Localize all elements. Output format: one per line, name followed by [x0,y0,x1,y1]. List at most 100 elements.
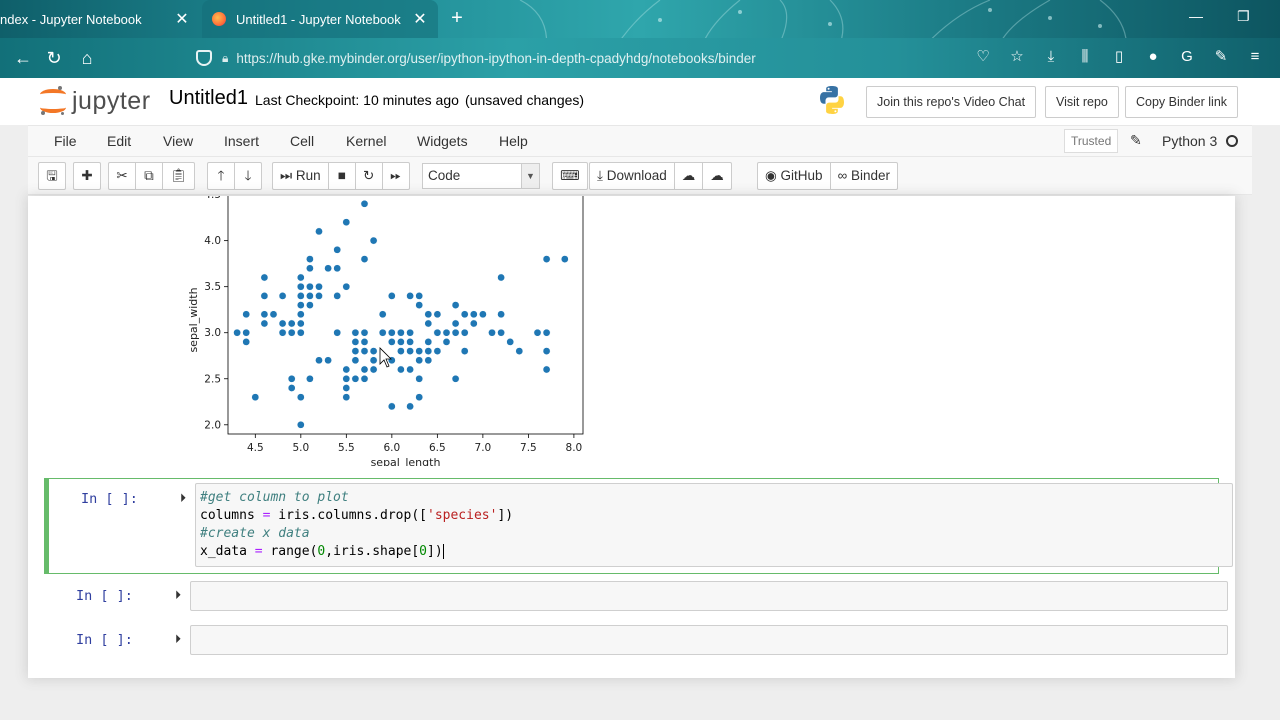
download-icon[interactable]: ⤓ [1040,46,1062,68]
pocket-icon[interactable]: ♡ [972,46,994,68]
restart-icon[interactable]: ↻ [354,162,383,190]
reload-icon[interactable]: ↻ [42,46,66,70]
jupyter-logo-text: jupyter [72,86,151,115]
menu-widgets[interactable]: Widgets [417,133,468,149]
trusted-indicator[interactable]: Trusted [1064,129,1119,153]
data-point [342,374,351,383]
address-bar[interactable]: 🔒︎ https://hub.gke.mybinder.org/user/ipy… [190,42,960,74]
back-arrow-icon[interactable]: ← [11,46,35,70]
menu-kernel[interactable]: Kernel [346,133,386,149]
python-logo-icon [820,86,844,114]
data-point [360,338,369,346]
notebook-title[interactable]: Untitled1 [169,87,248,110]
binder-label: Binder [850,168,890,183]
insert-cell-icon[interactable]: ✚ [73,162,101,190]
kernel-name[interactable]: Python 3 [1162,133,1217,149]
move-down-icon[interactable]: 🡓 [234,162,262,190]
data-point [369,236,378,245]
copy-binder-link-button[interactable]: Copy Binder link [1125,86,1239,118]
text-cursor [442,544,444,559]
data-point [351,356,360,365]
data-point [333,245,342,254]
close-tab-icon[interactable]: ✕ [410,9,430,29]
restart-run-all-icon[interactable]: ⏩︎ [381,162,410,190]
cloud-upload-icon[interactable]: ☁ [702,162,732,190]
download-icon: ⤓ [597,168,603,183]
code-editor[interactable]: #get column to plot columns = iris.colum… [195,483,1233,567]
copy-icon[interactable]: ⧉ [135,162,163,190]
code-editor[interactable] [190,625,1228,655]
code-cell[interactable]: In [ ]: ⏵︎ [44,578,1228,618]
code-line: #get column to plot [200,490,349,505]
visit-repo-button[interactable]: Visit repo [1045,86,1119,118]
menu-file[interactable]: File [54,133,77,149]
menu-edit[interactable]: Edit [107,133,131,149]
data-point [397,328,405,337]
data-point [324,356,332,365]
jupyter-logo-icon [40,86,66,116]
tab-index[interactable]: ndex - Jupyter Notebook ✕ [0,0,200,38]
github-button[interactable]: ◉ GitHub [757,162,831,190]
account-icon[interactable]: ● [1142,46,1164,68]
y-axis-label: sepal_width [188,287,200,352]
data-point [424,356,433,365]
cut-icon[interactable]: ✂ [108,162,136,190]
data-point [287,384,296,392]
cell-prompt: In [ ]: [76,588,133,604]
extension-icon[interactable]: ✎ [1210,46,1232,68]
repo-button-group: ◉ GitHub ∞ Binder [757,162,898,190]
close-tab-icon[interactable]: ✕ [172,9,192,29]
data-point [560,255,569,263]
restore-icon[interactable]: ❐ [1237,8,1250,25]
data-point [424,310,433,319]
data-point [360,347,369,355]
data-point [460,328,469,337]
jupyter-logo[interactable]: jupyter [40,86,151,116]
menu-icon[interactable]: ≡ [1244,46,1266,68]
minimize-icon[interactable]: — [1189,8,1203,24]
run-button[interactable]: ⏭︎ Run [272,162,329,190]
move-up-icon[interactable]: 🡑 [207,162,235,190]
download-button[interactable]: ⤓ Download [589,162,675,190]
bookmark-star-icon[interactable]: ☆ [1006,46,1028,68]
menu-cell[interactable]: Cell [290,133,314,149]
data-point [397,347,405,355]
save-icon[interactable]: 🖫 [38,162,66,190]
data-point [533,328,542,337]
move-button-group: 🡑 🡓 [207,162,262,190]
x-tick-label: 6.0 [383,442,400,454]
tab-untitled1[interactable]: Untitled1 - Jupyter Notebook ✕ [202,0,438,38]
data-point [415,393,424,402]
menu-view[interactable]: View [163,133,193,149]
cell-type-select[interactable]: Code ▼ [422,163,540,189]
data-point [333,292,342,300]
home-icon[interactable]: ⌂ [75,46,99,70]
data-point [406,347,414,355]
video-chat-button[interactable]: Join this repo's Video Chat [866,86,1037,118]
run-cell-icon[interactable]: ⏵︎ [175,632,181,647]
run-cell-icon[interactable]: ⏵︎ [180,491,186,506]
cloud-download-icon[interactable]: ☁ [673,162,704,190]
data-point [387,292,396,300]
interrupt-icon[interactable]: ■ [327,162,356,190]
data-point [460,347,469,355]
menu-help[interactable]: Help [499,133,528,149]
code-cell[interactable]: In [ ]: ⏵︎ [44,622,1228,662]
command-palette-icon[interactable]: ⌨ [552,162,588,190]
data-point [296,292,305,300]
code-editor[interactable] [190,581,1228,611]
data-point [278,328,287,337]
x-axis-label: sepal_length [371,456,441,466]
new-tab-button[interactable]: + [446,6,468,30]
binder-button[interactable]: ∞ Binder [829,162,898,190]
run-cell-icon[interactable]: ⏵︎ [175,588,181,603]
paste-icon[interactable]: 📋︎ [162,162,196,190]
sidebar-icon[interactable]: ▯ [1108,46,1130,68]
grammarly-icon[interactable]: G [1176,46,1198,68]
menu-insert[interactable]: Insert [224,133,259,149]
code-cell-selected[interactable]: In [ ]: ⏵︎ #get column to plot columns =… [44,478,1233,574]
data-point [469,310,478,319]
library-icon[interactable]: ⫼ [1074,46,1096,68]
lock-icon: 🔒︎ [222,50,229,65]
data-point [296,273,305,282]
